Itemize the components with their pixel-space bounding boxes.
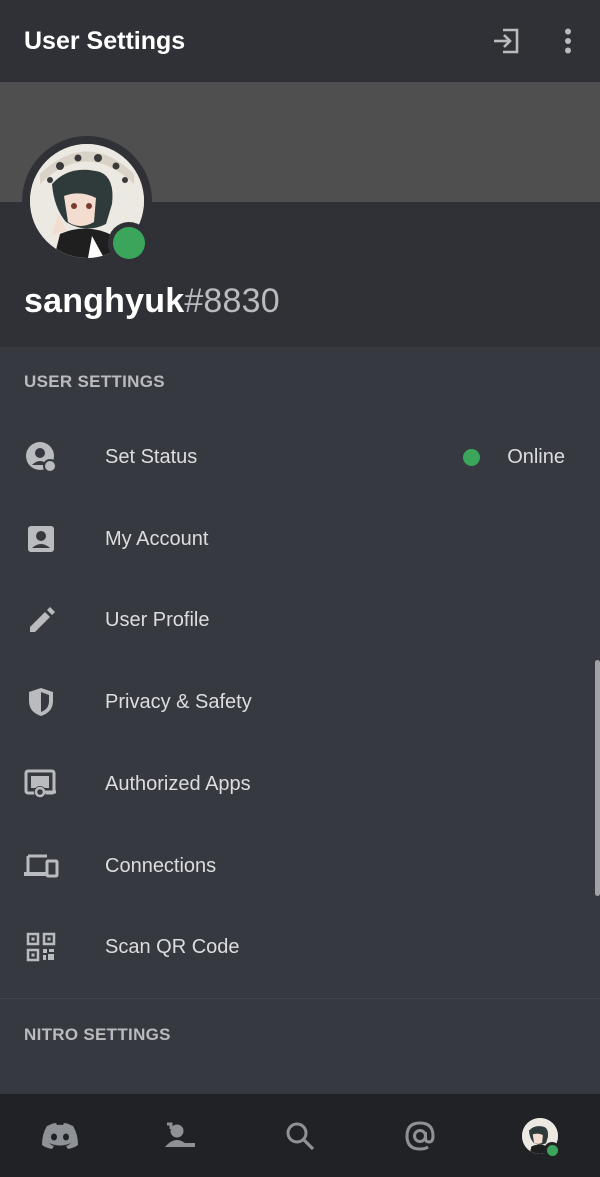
discord-home-icon[interactable]	[0, 1094, 120, 1177]
mentions-icon[interactable]	[360, 1094, 480, 1177]
section-header-user-settings: USER SETTINGS	[24, 372, 165, 391]
online-status-indicator	[108, 222, 150, 264]
devices-icon	[22, 847, 60, 885]
menu-item-connections[interactable]: Connections	[0, 826, 600, 906]
section-divider	[0, 998, 600, 999]
menu-item-my-account[interactable]: My Account	[0, 499, 600, 579]
menu-item-label: User Profile	[105, 608, 210, 631]
menu-item-label: Scan QR Code	[105, 935, 240, 958]
top-bar: User Settings	[0, 0, 600, 82]
menu-item-label: Privacy & Safety	[105, 690, 252, 713]
qr-code-icon	[22, 928, 60, 966]
nav-online-indicator	[544, 1142, 560, 1158]
scrollbar[interactable]	[595, 660, 600, 896]
authorized-apps-icon	[22, 765, 60, 803]
menu-item-label: My Account	[105, 527, 209, 550]
menu-item-scan-qr[interactable]: Scan QR Code	[0, 907, 600, 987]
status-icon	[22, 438, 60, 476]
section-header-nitro-settings: NITRO SETTINGS	[24, 1025, 171, 1044]
menu-item-label: Set Status	[105, 445, 198, 468]
friends-icon[interactable]	[120, 1094, 240, 1177]
username-discriminator: #8830	[184, 282, 280, 320]
menu-item-label: Connections	[105, 854, 217, 877]
menu-item-label: Authorized Apps	[105, 772, 251, 795]
more-vertical-icon[interactable]	[548, 21, 588, 61]
bottom-nav	[0, 1094, 600, 1177]
shield-icon	[22, 683, 60, 721]
username: sanghyuk#8830	[24, 282, 280, 326]
logout-icon[interactable]	[486, 21, 526, 61]
account-icon	[22, 520, 60, 558]
current-status-text: Online	[507, 445, 565, 468]
menu-item-set-status[interactable]: Set Status Online	[0, 417, 600, 497]
username-name: sanghyuk	[24, 282, 185, 320]
current-status: Online	[463, 446, 565, 469]
menu-item-user-profile[interactable]: User Profile	[0, 580, 600, 660]
search-icon[interactable]	[240, 1094, 360, 1177]
page-title: User Settings	[24, 26, 186, 55]
menu-item-authorized-apps[interactable]: Authorized Apps	[0, 744, 600, 824]
pencil-icon	[22, 601, 60, 639]
nav-profile-tab[interactable]	[480, 1094, 600, 1177]
online-dot	[463, 448, 481, 466]
menu-item-privacy-safety[interactable]: Privacy & Safety	[0, 662, 600, 742]
